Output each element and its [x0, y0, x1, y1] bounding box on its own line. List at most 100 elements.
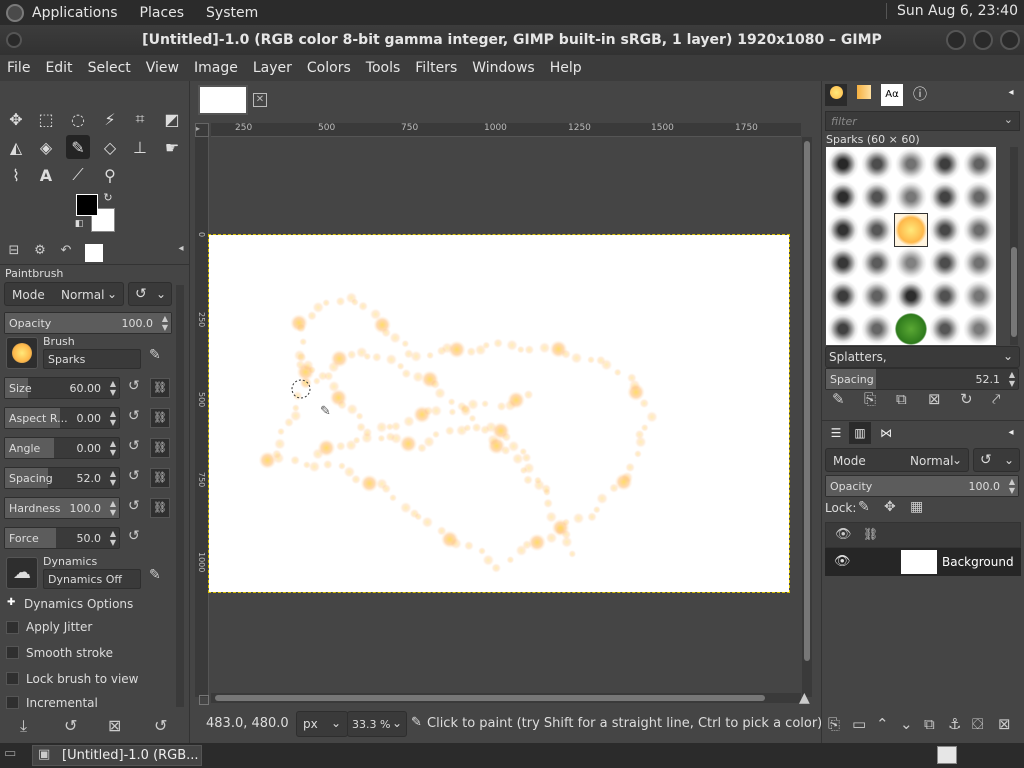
tab-tool-options[interactable]: ⊟	[3, 243, 25, 263]
brush-thumbnail[interactable]	[895, 181, 927, 213]
duplicate-brush-icon[interactable]: ⧉	[896, 390, 907, 408]
layers-menu-icon[interactable]: ◂	[1000, 422, 1022, 444]
brush-filter-input[interactable]: filter ⌄	[825, 111, 1020, 131]
move-tool-icon[interactable]: ✥	[4, 107, 28, 131]
zoom-combo[interactable]: 33.3 % ⌄	[347, 711, 407, 737]
dynamics-preview-icon[interactable]: ☁	[6, 557, 38, 589]
brush-thumbnail[interactable]	[861, 214, 893, 246]
canvas-horizontal-scrollbar[interactable]	[211, 693, 801, 703]
workspace-switcher[interactable]	[937, 746, 957, 764]
brush-thumbnail[interactable]	[929, 247, 961, 279]
paintbrush-tool-icon[interactable]: ✎	[66, 135, 90, 159]
clone-tool-icon[interactable]: ⊥	[128, 135, 152, 159]
image-canvas[interactable]: ✎	[208, 234, 790, 593]
brush-thumbnail[interactable]	[827, 313, 859, 345]
navigate-icon[interactable]: ▲	[799, 690, 810, 706]
warp-tool-icon[interactable]: ◭	[4, 135, 28, 159]
link-hardness-icon[interactable]: ⛓	[150, 498, 170, 518]
delete-brush-icon[interactable]: ⊠	[928, 390, 941, 408]
force-slider[interactable]: Force 50.0 ▲ ▼	[4, 527, 120, 549]
transform-tool-icon[interactable]: ◩	[160, 107, 184, 131]
brush-thumbnail[interactable]	[895, 313, 927, 345]
apply-jitter-checkbox[interactable]	[6, 621, 19, 634]
text-tool-icon[interactable]: A	[34, 163, 58, 187]
brush-grid[interactable]	[826, 147, 996, 345]
brush-thumbnail[interactable]	[963, 148, 995, 180]
window-menu-icon[interactable]	[6, 32, 22, 48]
rect-select-tool-icon[interactable]: ⬚	[34, 107, 58, 131]
angle-slider[interactable]: Angle 0.00 ▲ ▼	[4, 437, 120, 459]
color-picker-tool-icon[interactable]: ⟋	[66, 163, 90, 187]
spacing-slider[interactable]: Spacing 52.0 ▲ ▼	[4, 467, 120, 489]
brush-thumbnail[interactable]	[929, 313, 961, 345]
mode-combo[interactable]: Mode Normal ⌄	[4, 282, 124, 306]
brush-thumbnail[interactable]	[827, 148, 859, 180]
reset-spacing-icon[interactable]: ↺	[128, 468, 140, 484]
lower-layer-icon[interactable]: ⌄	[900, 715, 913, 733]
brush-spacing-slider[interactable]: Spacing 52.1 ▲ ▼	[825, 368, 1019, 390]
spin-arrows-icon[interactable]: ▲ ▼	[1009, 477, 1015, 495]
expand-icon[interactable]: ✚	[7, 597, 15, 608]
panel-clock[interactable]: Sun Aug 6, 23:40	[885, 3, 1018, 19]
dynamics-options-expander[interactable]: Dynamics Options	[24, 597, 133, 611]
close-tab-icon[interactable]: ✕	[253, 93, 267, 107]
visibility-eye-icon[interactable]: 👁	[834, 554, 851, 569]
tab-menu-icon[interactable]: ◂	[170, 243, 192, 263]
image-tab-thumbnail[interactable]	[198, 85, 248, 115]
mode-reset-combo[interactable]: ↺ ⌄	[128, 282, 172, 306]
tab-channels[interactable]: ▥	[849, 422, 871, 444]
brush-thumbnail[interactable]	[895, 148, 927, 180]
smooth-stroke-checkbox[interactable]	[6, 646, 19, 659]
panel-menu-system[interactable]: System	[206, 5, 258, 21]
dynamics-name-field[interactable]: Dynamics Off	[43, 569, 141, 589]
menu-colors[interactable]: Colors	[307, 60, 351, 76]
brush-thumbnail[interactable]	[895, 280, 927, 312]
menu-edit[interactable]: Edit	[45, 60, 72, 76]
minimize-button[interactable]	[946, 30, 966, 50]
anchor-layer-icon[interactable]: ⚓	[948, 715, 961, 733]
brush-thumbnail[interactable]	[861, 148, 893, 180]
paths-tool-icon[interactable]: ⌇	[4, 163, 28, 187]
brush-thumbnail[interactable]	[963, 181, 995, 213]
new-layer-group-icon[interactable]: ▭	[852, 715, 866, 733]
raise-layer-icon[interactable]: ⌃	[876, 715, 889, 733]
menu-help[interactable]: Help	[550, 60, 582, 76]
panel-menu-applications[interactable]: Applications	[32, 5, 118, 21]
delete-layer-icon[interactable]: ⊠	[998, 715, 1011, 733]
reset-force-icon[interactable]: ↺	[128, 528, 140, 544]
brush-thumbnail[interactable]	[963, 280, 995, 312]
delete-options-icon[interactable]: ⊠	[108, 716, 121, 735]
tab-brushes[interactable]	[825, 84, 847, 106]
zoom-tool-icon[interactable]: ⚲	[98, 163, 122, 187]
window-titlebar[interactable]: [Untitled]-1.0 (RGB color 8-bit gamma in…	[0, 25, 1024, 55]
spin-arrows-icon[interactable]: ▲ ▼	[110, 439, 116, 457]
layer-mode-reset-combo[interactable]: ↺ ⌄	[973, 448, 1020, 472]
reset-aspect-icon[interactable]: ↺	[128, 408, 140, 424]
brush-thumbnail[interactable]	[963, 313, 995, 345]
aspect-ratio-slider[interactable]: Aspect R... 0.00 ▲ ▼	[4, 407, 120, 429]
hardness-slider[interactable]: Hardness 100.0 ▲ ▼	[4, 497, 120, 519]
brush-thumbnail[interactable]	[827, 214, 859, 246]
close-button[interactable]	[1000, 30, 1020, 50]
tab-device-status[interactable]: ⚙	[29, 243, 51, 263]
opacity-slider[interactable]: Opacity 100.0 ▲ ▼	[4, 312, 172, 334]
tab-images[interactable]	[85, 244, 103, 262]
tab-undo-history[interactable]: ↶	[55, 243, 77, 263]
crop-tool-icon[interactable]: ⌗	[128, 107, 152, 131]
brush-thumbnail[interactable]	[827, 280, 859, 312]
lock-pixels-icon[interactable]: ✎	[858, 499, 870, 515]
edit-brush-icon[interactable]: ✎	[149, 347, 161, 363]
lock-position-icon[interactable]: ✥	[884, 499, 896, 515]
duplicate-layer-icon[interactable]: ⧉	[924, 715, 935, 733]
menu-layer[interactable]: Layer	[253, 60, 292, 76]
save-options-icon[interactable]: ⤓	[20, 716, 27, 736]
edit-dynamics-icon[interactable]: ✎	[149, 567, 161, 583]
spin-arrows-icon[interactable]: ▲ ▼	[110, 529, 116, 547]
brush-thumbnail[interactable]	[929, 181, 961, 213]
menu-view[interactable]: View	[146, 60, 179, 76]
help-icon[interactable]: ⓘ	[909, 84, 931, 106]
brush-thumbnail[interactable]	[827, 247, 859, 279]
brush-tag-combo[interactable]: Splatters, ⌄	[825, 346, 1020, 368]
incremental-checkbox[interactable]	[6, 696, 19, 709]
panel-menu-places[interactable]: Places	[140, 5, 185, 21]
